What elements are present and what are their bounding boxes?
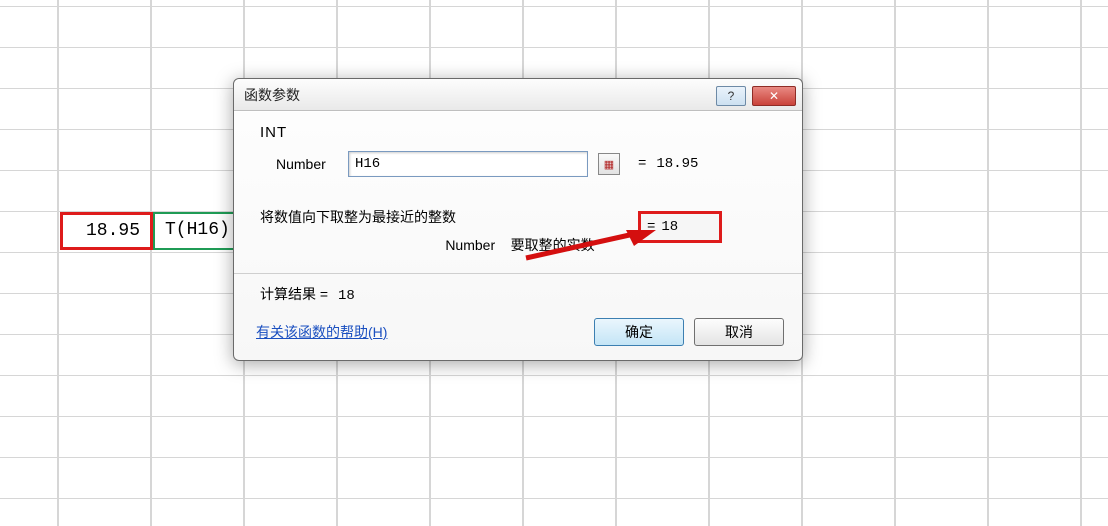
- result-value: 18: [661, 219, 678, 235]
- calculation-result: 计算结果 = 18: [260, 284, 784, 304]
- argument-description-label: Number: [445, 237, 495, 253]
- argument-evaluated: 18.95: [656, 156, 698, 172]
- dialog-title: 函数参数: [244, 85, 716, 105]
- equals-sign: =: [647, 219, 655, 235]
- calculation-result-value: 18: [338, 288, 355, 304]
- dialog-footer: 有关该函数的帮助(H) 确定 取消: [256, 318, 784, 346]
- help-button[interactable]: ?: [716, 86, 746, 106]
- divider: [234, 273, 802, 274]
- ok-button[interactable]: 确定: [594, 318, 684, 346]
- dialog-titlebar[interactable]: 函数参数 ? ✕: [234, 79, 802, 111]
- range-selector-button[interactable]: ▦: [598, 153, 620, 175]
- cell-value: 18.95: [86, 221, 140, 241]
- argument-input[interactable]: [348, 151, 588, 177]
- cell-value: T(H16): [165, 220, 230, 240]
- function-help-link[interactable]: 有关该函数的帮助(H): [256, 322, 584, 342]
- cell-h16[interactable]: 18.95: [60, 212, 153, 250]
- function-arguments-dialog: 函数参数 ? ✕ INT Number ▦ = 18.95 = 18 将数值: [233, 78, 803, 361]
- close-icon: ✕: [769, 89, 779, 103]
- argument-label: Number: [276, 156, 338, 172]
- equals-sign: =: [638, 156, 646, 172]
- function-name: INT: [260, 124, 784, 141]
- argument-row: Number ▦ = 18.95: [276, 151, 784, 177]
- close-button[interactable]: ✕: [752, 86, 796, 106]
- cancel-button[interactable]: 取消: [694, 318, 784, 346]
- range-selector-icon: ▦: [604, 158, 614, 171]
- argument-description-text: 要取整的实数: [511, 237, 595, 253]
- result-callout: = 18: [638, 211, 722, 243]
- help-icon: ?: [728, 89, 735, 103]
- calculation-result-label: 计算结果 =: [260, 286, 328, 302]
